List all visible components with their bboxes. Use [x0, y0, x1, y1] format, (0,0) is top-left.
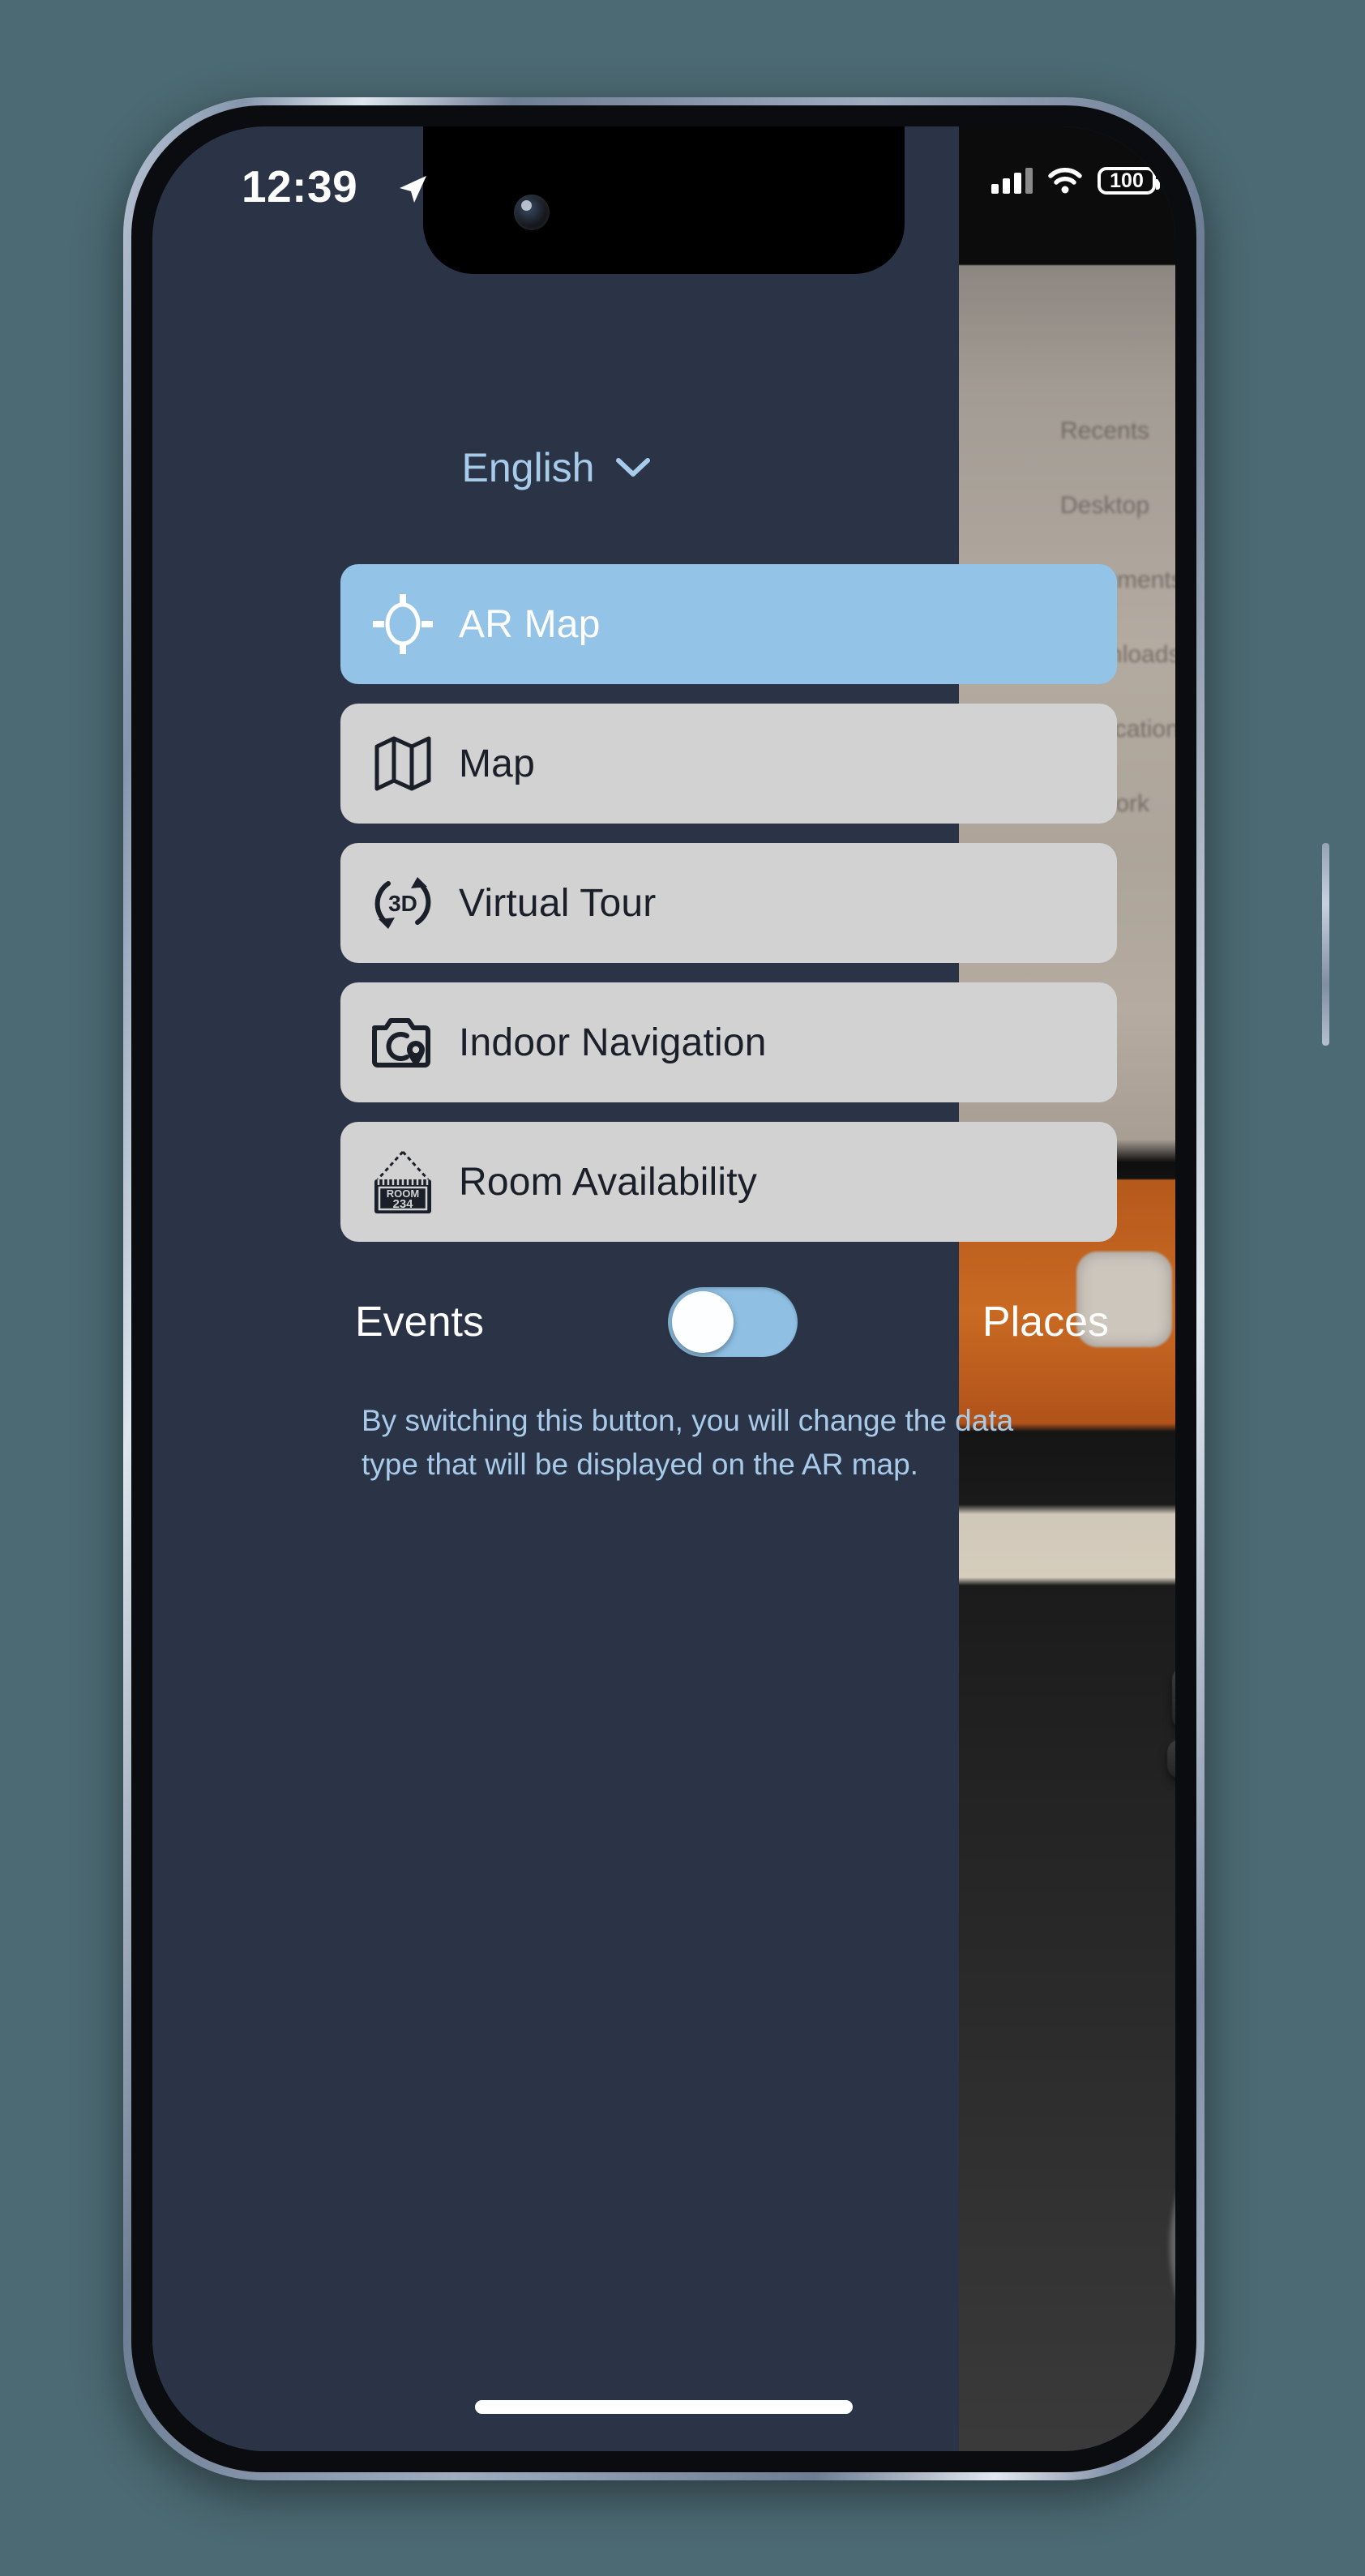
- menu-item-room-availability[interactable]: ROOM 234 Room Availability: [340, 1122, 1117, 1242]
- menu-item-ar-map[interactable]: AR Map: [340, 564, 1117, 684]
- finder-item: Desktop: [1060, 492, 1150, 519]
- phone-frame: Recents Desktop Documents Downloads Appl…: [123, 97, 1329, 2480]
- menu-item-label: Virtual Tour: [459, 881, 657, 925]
- toggle-label-right: Places: [982, 1299, 1109, 1346]
- power-button[interactable]: [1322, 843, 1329, 1046]
- screenshot-stage: Recents Desktop Documents Downloads Appl…: [0, 0, 1365, 2576]
- camera-pin-icon: [368, 1008, 438, 1077]
- switch-knob: [672, 1291, 734, 1353]
- finder-item: Recents: [1060, 417, 1150, 444]
- menu-item-virtual-tour[interactable]: 3D Virtual Tour: [340, 843, 1117, 963]
- menu-item-label: Room Availability: [459, 1160, 758, 1204]
- home-indicator[interactable]: [475, 2400, 853, 2414]
- phone-bezel: Recents Desktop Documents Downloads Appl…: [131, 105, 1196, 2472]
- status-recording-dot: [1132, 138, 1143, 149]
- toggle-helper-text: By switching this button, you will chang…: [362, 1404, 1014, 1482]
- badge-3d: 3D: [388, 891, 417, 916]
- menu-item-map[interactable]: Map: [340, 704, 1117, 824]
- room-sign-icon: ROOM 234: [368, 1147, 438, 1217]
- menu-item-label: AR Map: [459, 602, 601, 646]
- side-drawer: English AR Map Map 3D Virtual Tour Indoo…: [152, 126, 1117, 2451]
- main-menu-list: AR Map Map 3D Virtual Tour Indoor Naviga…: [340, 564, 1117, 1261]
- ar-crosshair-icon: [368, 589, 438, 659]
- keyboard-key: Q: [1172, 1667, 1175, 1730]
- language-label: English: [461, 445, 595, 490]
- camera-glare: [1170, 2060, 1175, 2433]
- data-type-toggle-row: Events Places: [355, 1287, 1109, 1357]
- front-camera: [514, 195, 550, 230]
- toggle-label-left: Events: [355, 1299, 484, 1346]
- menu-item-label: Map: [459, 742, 535, 785]
- folded-map-icon: [368, 729, 438, 798]
- language-selector[interactable]: English: [152, 444, 959, 491]
- phone-screen: Recents Desktop Documents Downloads Appl…: [152, 126, 1175, 2451]
- room-sign-line2: 234: [392, 1197, 413, 1211]
- rotate-3d-icon: 3D: [368, 868, 438, 938]
- keyboard-key: F4: [1167, 1739, 1175, 1778]
- display-notch: [423, 126, 905, 274]
- data-type-switch[interactable]: [668, 1287, 798, 1357]
- menu-item-label: Indoor Navigation: [459, 1021, 767, 1064]
- menu-item-indoor-navigation[interactable]: Indoor Navigation: [340, 982, 1117, 1102]
- chevron-down-icon: [615, 458, 650, 477]
